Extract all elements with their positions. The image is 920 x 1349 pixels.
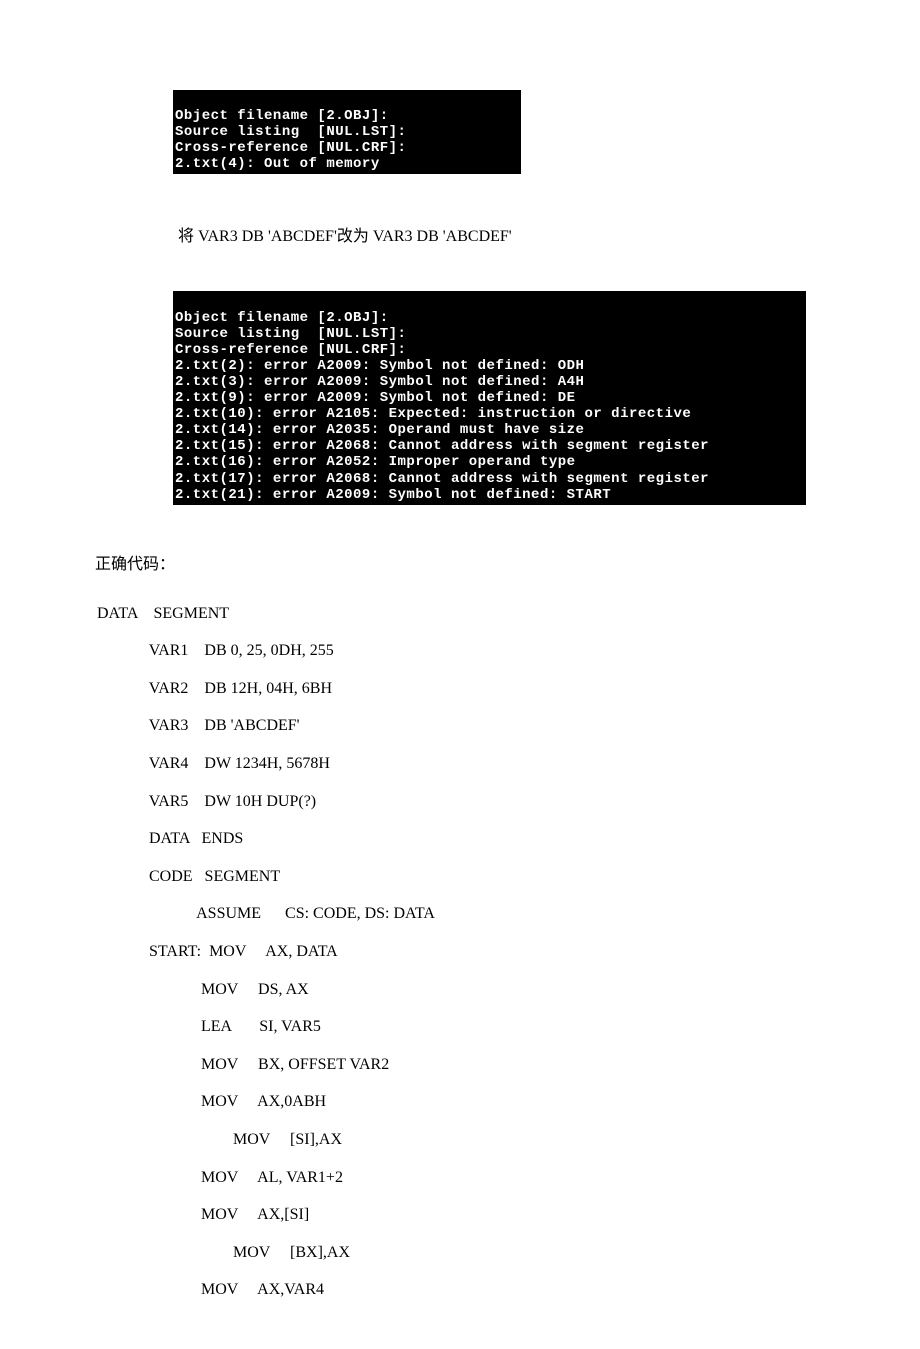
code-line: VAR4 DW 1234H, 5678H (97, 745, 920, 783)
code-line: MOV BX, OFFSET VAR2 (97, 1046, 920, 1084)
terminal-output-2: Object filename [2.OBJ]: Source listing … (173, 291, 806, 504)
terminal-line: 2.txt(15): error A2068: Cannot address w… (175, 438, 709, 454)
code-line: VAR5 DW 10H DUP(?) (97, 783, 920, 821)
terminal-output-1: Object filename [2.OBJ]: Source listing … (173, 90, 521, 174)
terminal-line: Object filename [2.OBJ]: (175, 310, 389, 326)
code-line: MOV [SI],AX (97, 1121, 920, 1159)
code-line: MOV AX,[SI] (97, 1196, 920, 1234)
code-line: MOV [BX],AX (97, 1234, 920, 1272)
code-line: MOV AX,0ABH (97, 1083, 920, 1121)
code-line: ASSUME CS: CODE, DS: DATA (97, 895, 920, 933)
terminal-line: Source listing [NUL.LST]: (175, 124, 406, 140)
section-header-correct-code: 正确代码： (95, 550, 920, 574)
terminal-line: 2.txt(2): error A2009: Symbol not define… (175, 358, 584, 374)
terminal-line: 2.txt(4): Out of memory (175, 156, 380, 172)
code-line: VAR2 DB 12H, 04H, 6BH (97, 670, 920, 708)
terminal-line: 2.txt(21): error A2009: Symbol not defin… (175, 487, 611, 503)
terminal-line: Object filename [2.OBJ]: (175, 108, 389, 124)
code-line: MOV AL, VAR1+2 (97, 1159, 920, 1197)
terminal-line: 2.txt(3): error A2009: Symbol not define… (175, 374, 584, 390)
terminal-line: 2.txt(9): error A2009: Symbol not define… (175, 390, 576, 406)
code-line: VAR3 DB 'ABCDEF' (97, 707, 920, 745)
code-line: DATA ENDS (97, 820, 920, 858)
assembly-code-block: DATA SEGMENT VAR1 DB 0, 25, 0DH, 255 VAR… (97, 595, 920, 1309)
terminal-line: 2.txt(14): error A2035: Operand must hav… (175, 422, 584, 438)
terminal-line: 2.txt(17): error A2068: Cannot address w… (175, 471, 709, 487)
modification-note: 将 VAR3 DB 'ABCDEF'改为 VAR3 DB 'ABCDEF' (178, 222, 920, 246)
terminal-line: Source listing [NUL.LST]: (175, 326, 406, 342)
terminal-line: Cross-reference [NUL.CRF]: (175, 342, 406, 358)
code-line: MOV AX,VAR4 (97, 1271, 920, 1309)
code-line: LEA SI, VAR5 (97, 1008, 920, 1046)
code-line: VAR1 DB 0, 25, 0DH, 255 (97, 632, 920, 670)
code-line: DATA SEGMENT (97, 595, 920, 633)
code-line: MOV DS, AX (97, 971, 920, 1009)
document-content: Object filename [2.OBJ]: Source listing … (0, 0, 920, 1349)
terminal-line: 2.txt(10): error A2105: Expected: instru… (175, 406, 691, 422)
code-line: START: MOV AX, DATA (97, 933, 920, 971)
code-line: CODE SEGMENT (97, 858, 920, 896)
terminal-line: 2.txt(16): error A2052: Improper operand… (175, 454, 576, 470)
terminal-line: Cross-reference [NUL.CRF]: (175, 140, 406, 156)
